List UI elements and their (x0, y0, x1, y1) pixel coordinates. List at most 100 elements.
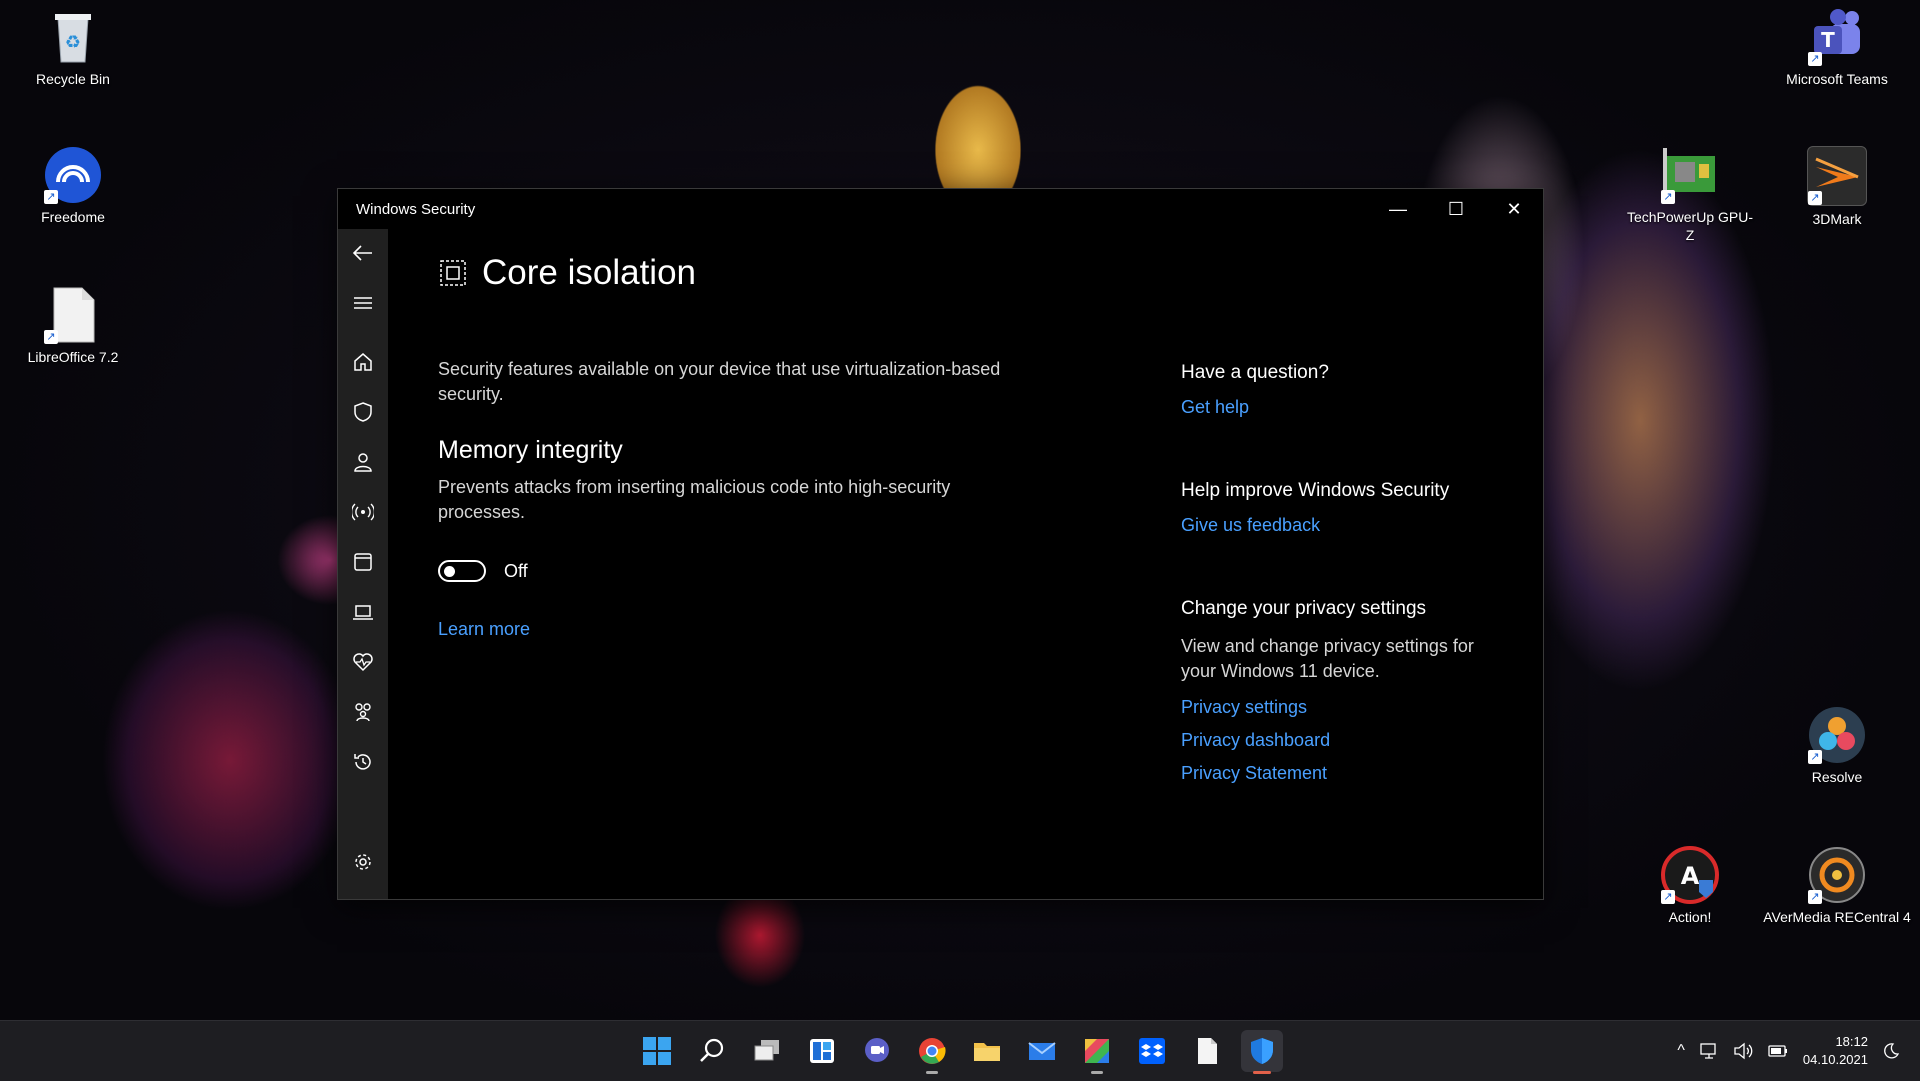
clock-date: 04.10.2021 (1802, 1052, 1868, 1067)
shield-icon (354, 402, 372, 422)
desktop-icon-gpuz[interactable]: ↗ TechPowerUp GPU-Z (1625, 146, 1755, 244)
task-view-icon (754, 1040, 779, 1061)
gear-icon (355, 854, 371, 870)
chrome-button[interactable] (911, 1030, 953, 1074)
shortcut-arrow-icon: ↗ (44, 190, 58, 204)
section-description: Prevents attacks from inserting maliciou… (438, 477, 951, 522)
minimize-button[interactable]: — (1369, 189, 1427, 229)
privacy-statement-link[interactable]: Privacy Statement (1181, 763, 1327, 784)
nav-account-protection[interactable] (338, 442, 388, 482)
volume-icon[interactable] (1733, 1042, 1753, 1060)
battery-icon[interactable] (1767, 1042, 1789, 1060)
dropbox-button[interactable] (1131, 1030, 1173, 1072)
core-isolation-icon (440, 260, 466, 286)
nav-virus-protection[interactable] (338, 392, 388, 432)
title-bar: Windows Security — ☐ ✕ (338, 189, 1543, 229)
active-indicator (1253, 1071, 1271, 1074)
start-icon (643, 1037, 671, 1065)
network-icon[interactable] (1699, 1042, 1719, 1060)
privacy-dashboard-link[interactable]: Privacy dashboard (1181, 730, 1330, 751)
desktop-icon-resolve[interactable]: ↗ Resolve (1772, 706, 1902, 786)
widgets-button[interactable] (801, 1030, 843, 1072)
section-heading: Memory integrity (438, 436, 623, 464)
navigation-sidebar (338, 229, 388, 899)
desktop-icon-3dmark[interactable]: ↗ 3DMark (1772, 146, 1902, 228)
privacy-settings-link[interactable]: Privacy settings (1181, 697, 1307, 718)
desktop-icon-freedome[interactable]: ↗ Freedome (8, 146, 138, 226)
feedback-link[interactable]: Give us feedback (1181, 515, 1320, 536)
page-title: Core isolation (438, 253, 696, 293)
close-button[interactable]: ✕ (1485, 189, 1543, 229)
laptop-icon (353, 605, 373, 620)
history-icon (354, 754, 371, 770)
taskbar-search-button[interactable] (691, 1030, 733, 1072)
resolve-icon: ↗ (1808, 706, 1866, 764)
libreoffice-icon: ↗ (44, 286, 102, 344)
show-hidden-icons-button[interactable]: ^ (1677, 1042, 1685, 1060)
gpuz-icon: ↗ (1661, 146, 1719, 204)
memory-integrity-toggle[interactable] (438, 560, 486, 582)
dropbox-icon (1139, 1038, 1165, 1064)
page-title-text: Core isolation (482, 253, 696, 292)
nav-family-options[interactable] (338, 692, 388, 732)
shortcut-arrow-icon: ↗ (1808, 52, 1822, 66)
taskbar: ^ 18:12 04.10.2021 (0, 1020, 1920, 1081)
start-button[interactable] (636, 1030, 678, 1072)
desktop-icon-label: Microsoft Teams (1786, 71, 1888, 87)
desktop-icon-recycle-bin[interactable]: ♻ Recycle Bin (8, 8, 138, 88)
mail-button[interactable] (1021, 1030, 1063, 1072)
task-view-button[interactable] (746, 1030, 788, 1072)
antenna-icon (352, 503, 374, 521)
document-button[interactable] (1186, 1030, 1228, 1072)
desktop-icon-libreoffice[interactable]: ↗ LibreOffice 7.2 (8, 286, 138, 366)
learn-more-link[interactable]: Learn more (438, 619, 530, 640)
nav-protection-history[interactable] (338, 742, 388, 782)
app-browser-icon (354, 553, 372, 571)
action-icon: A ↗ (1661, 846, 1719, 904)
chrome-icon (919, 1038, 946, 1064)
shortcut-arrow-icon: ↗ (1808, 750, 1822, 764)
shortcut-arrow-icon: ↗ (1808, 890, 1822, 904)
chat-icon (865, 1038, 889, 1062)
nav-settings[interactable] (338, 842, 388, 882)
search-icon (700, 1038, 724, 1062)
desktop-icon-teams[interactable]: T ↗ Microsoft Teams (1772, 8, 1902, 88)
freedome-icon: ↗ (44, 146, 102, 204)
menu-button[interactable] (338, 283, 388, 323)
desktop-icon-label: TechPowerUp GPU-Z (1626, 209, 1754, 243)
nav-app-browser-control[interactable] (338, 542, 388, 582)
question-heading: Have a question? (1181, 362, 1329, 383)
improve-heading: Help improve Windows Security (1181, 480, 1450, 501)
clock[interactable]: 18:12 04.10.2021 (1803, 1033, 1868, 1069)
file-explorer-button[interactable] (966, 1030, 1008, 1072)
get-help-link[interactable]: Get help (1181, 397, 1249, 418)
desktop-icon-label: Recycle Bin (36, 71, 110, 87)
taskbar-apps (636, 1021, 1283, 1081)
windows-security-taskbar-button[interactable] (1241, 1030, 1283, 1074)
heart-pulse-icon (353, 653, 373, 672)
windows-security-icon (1251, 1038, 1273, 1064)
privacy-text: View and change privacy settings for you… (1181, 636, 1474, 681)
desktop-icon-label: Resolve (1811, 769, 1863, 785)
back-arrow-icon (352, 245, 372, 261)
recycle-bin-icon: ♻ (44, 8, 102, 66)
shortcut-arrow-icon: ↗ (1661, 190, 1675, 204)
3dmark-icon: ↗ (1807, 146, 1867, 206)
svg-text:♻: ♻ (65, 32, 81, 53)
nav-device-performance[interactable] (338, 642, 388, 682)
nav-firewall[interactable] (338, 492, 388, 532)
page-description: Security features available on your devi… (438, 359, 1001, 404)
color-app-icon (1085, 1039, 1109, 1063)
clock-time: 18:12 (1835, 1034, 1868, 1049)
nav-device-security[interactable] (338, 592, 388, 632)
chat-button[interactable] (856, 1030, 898, 1072)
maximize-button[interactable]: ☐ (1427, 189, 1485, 229)
desktop-icon-avermedia[interactable]: ↗ AVerMedia RECentral 4 (1762, 846, 1912, 926)
family-icon (355, 703, 371, 722)
back-button[interactable] (338, 233, 388, 273)
moon-icon[interactable] (1882, 1042, 1900, 1060)
toggle-knob (444, 566, 455, 577)
desktop-icon-action[interactable]: A ↗ Action! (1625, 846, 1755, 926)
color-app-button[interactable] (1076, 1030, 1118, 1074)
nav-home[interactable] (338, 342, 388, 382)
